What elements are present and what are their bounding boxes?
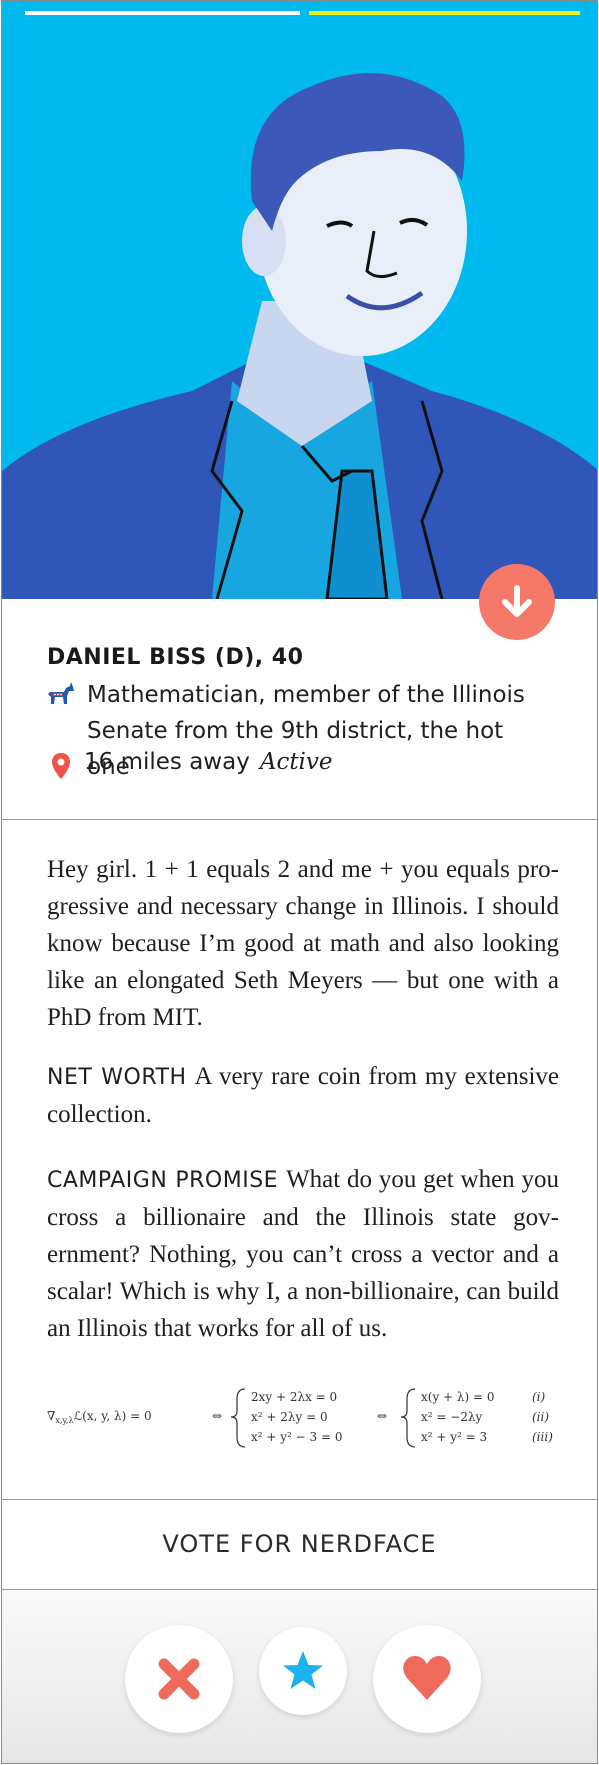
math-equation: ∇x,y,λℒ(x, y, λ) = 0 ⇔ 2xy + 2λx = 0 x² … <box>47 1388 553 1448</box>
sys1-row2: x² + 2λy = 0 <box>251 1410 328 1424</box>
campaign-promise-label: CAMPAIGN PROMISE <box>47 1168 279 1193</box>
brace-1 <box>230 1388 246 1448</box>
tag-2: (ii) <box>532 1410 549 1424</box>
x-icon <box>158 1658 200 1700</box>
star-icon <box>283 1651 323 1689</box>
map-pin-icon <box>52 753 70 779</box>
iff-1: ⇔ <box>212 1409 222 1423</box>
brace-2 <box>400 1388 416 1448</box>
like-button[interactable] <box>373 1625 481 1733</box>
sys1-row1: 2xy + 2λx = 0 <box>251 1390 337 1404</box>
eq-lhs-body: ℒ(x, y, λ) = 0 <box>74 1409 152 1423</box>
campaign-promise: CAMPAIGN PROMISE What do you get when you… <box>47 1161 559 1347</box>
sys2-row3: x² + y² = 3 <box>421 1430 487 1444</box>
sys2-row2: x² = −2λy <box>421 1410 483 1424</box>
dislike-button[interactable] <box>125 1625 233 1733</box>
donkey-icon <box>48 682 74 704</box>
distance-text: 16 miles away <box>84 749 250 775</box>
profile-card: DANIEL BISS (D), 40 Mathematician, membe… <box>1 0 598 1764</box>
net-worth-label: NET WORTH <box>47 1065 187 1090</box>
iff-2: ⇔ <box>377 1409 387 1423</box>
vote-label[interactable]: VOTE FOR NERDFACE <box>162 1530 436 1558</box>
nabla-symbol: ∇ <box>47 1409 55 1423</box>
vote-link-row[interactable]: VOTE FOR NERDFACE <box>2 1499 597 1590</box>
distance: 16 miles away Active <box>84 749 333 775</box>
active-status: Active <box>259 749 333 775</box>
arrow-down-icon <box>502 585 532 617</box>
sys1-row3: x² + y² − 3 = 0 <box>251 1430 343 1444</box>
eq-lhs-sub: x,y,λ <box>55 1416 73 1425</box>
portrait-illustration <box>2 73 597 599</box>
profile-name: DANIEL BISS (D), 40 <box>47 645 304 670</box>
eq-lhs: ∇x,y,λℒ(x, y, λ) = 0 <box>47 1409 152 1425</box>
tag-1: (i) <box>532 1390 546 1404</box>
net-worth: NET WORTH A very rare coin from my extens… <box>47 1058 559 1133</box>
profile-bio: Hey girl. 1 + 1 equals 2 and me + you eq… <box>2 819 597 1500</box>
sys2-row1: x(y + λ) = 0 <box>421 1390 495 1404</box>
superlike-button[interactable] <box>259 1627 347 1715</box>
profile-photo[interactable] <box>2 1 597 599</box>
action-bar <box>2 1590 597 1763</box>
bio-intro: Hey girl. 1 + 1 equals 2 and me + you eq… <box>47 856 559 1031</box>
heart-icon <box>403 1656 451 1700</box>
expand-button[interactable] <box>479 564 555 640</box>
tag-3: (iii) <box>532 1430 553 1444</box>
